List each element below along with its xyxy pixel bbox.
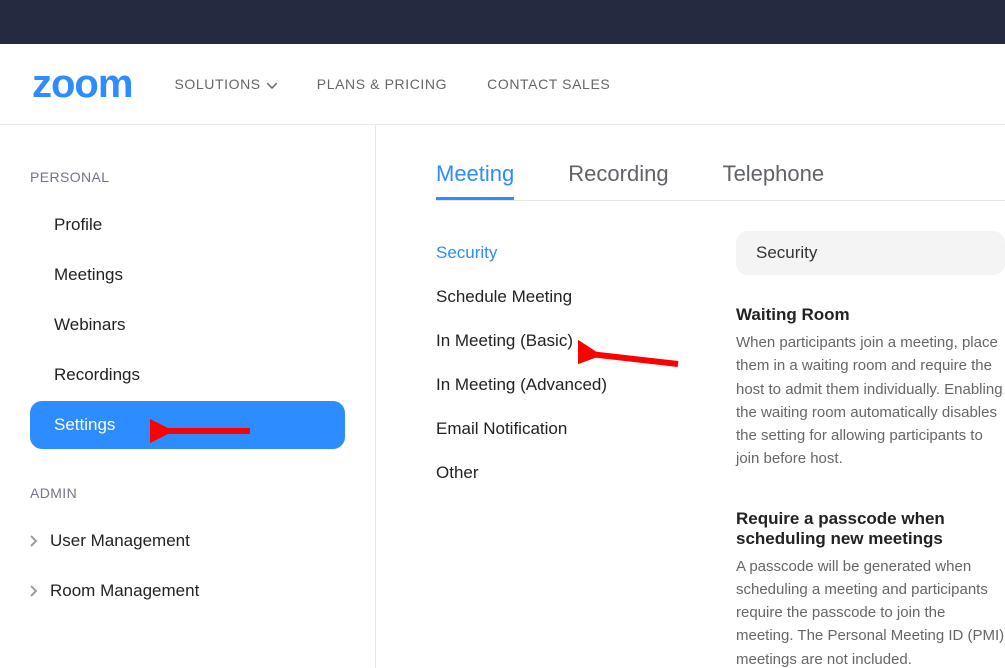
settings-content: Security Waiting Room When participants … [736, 231, 1005, 668]
chevron-right-icon [30, 535, 38, 547]
nav-plans[interactable]: PLANS & PRICING [317, 76, 447, 92]
section-header-security: Security [736, 231, 1005, 275]
sidebar-item-room-management[interactable]: Room Management [0, 567, 375, 615]
setting-passcode: Require a passcode when scheduling new m… [736, 509, 1005, 668]
tab-meeting[interactable]: Meeting [436, 151, 514, 200]
subnav-basic[interactable]: In Meeting (Basic) [436, 319, 736, 363]
setting-title: Waiting Room [736, 305, 1005, 325]
subnav-email[interactable]: Email Notification [436, 407, 736, 451]
subnav-advanced[interactable]: In Meeting (Advanced) [436, 363, 736, 407]
sidebar-item-label: Room Management [50, 581, 199, 601]
zoom-logo[interactable]: zoom [32, 64, 132, 104]
top-bar [0, 0, 1005, 44]
sidebar-item-profile[interactable]: Profile [0, 201, 375, 249]
sidebar-item-webinars[interactable]: Webinars [0, 301, 375, 349]
sidebar-item-label: User Management [50, 531, 190, 551]
sidebar-admin-label: ADMIN [0, 471, 375, 515]
sidebar-item-meetings[interactable]: Meetings [0, 251, 375, 299]
subnav-other[interactable]: Other [436, 451, 736, 495]
sidebar-item-settings[interactable]: Settings [30, 401, 345, 449]
nav-solutions[interactable]: SOLUTIONS [174, 76, 276, 92]
sidebar-personal-label: PERSONAL [0, 155, 375, 199]
tabs: Meeting Recording Telephone [436, 151, 1005, 201]
chevron-right-icon [30, 585, 38, 597]
navbar: zoom SOLUTIONS PLANS & PRICING CONTACT S… [0, 44, 1005, 125]
setting-description: When participants join a meeting, place … [736, 331, 1005, 471]
caret-down-icon [267, 76, 277, 92]
setting-description: A passcode will be generated when schedu… [736, 555, 1005, 668]
tab-recording[interactable]: Recording [568, 151, 668, 200]
subnav-security[interactable]: Security [436, 231, 736, 275]
setting-waiting-room: Waiting Room When participants join a me… [736, 305, 1005, 471]
sidebar: PERSONAL Profile Meetings Webinars Recor… [0, 125, 376, 668]
main-panel: Meeting Recording Telephone Security Sch… [376, 125, 1005, 668]
sidebar-item-user-management[interactable]: User Management [0, 517, 375, 565]
nav-contact[interactable]: CONTACT SALES [487, 76, 610, 92]
sidebar-item-recordings[interactable]: Recordings [0, 351, 375, 399]
settings-subnav: Security Schedule Meeting In Meeting (Ba… [436, 231, 736, 668]
subnav-schedule[interactable]: Schedule Meeting [436, 275, 736, 319]
tab-telephone[interactable]: Telephone [723, 151, 825, 200]
setting-title: Require a passcode when scheduling new m… [736, 509, 1005, 549]
nav-solutions-label: SOLUTIONS [174, 76, 260, 92]
